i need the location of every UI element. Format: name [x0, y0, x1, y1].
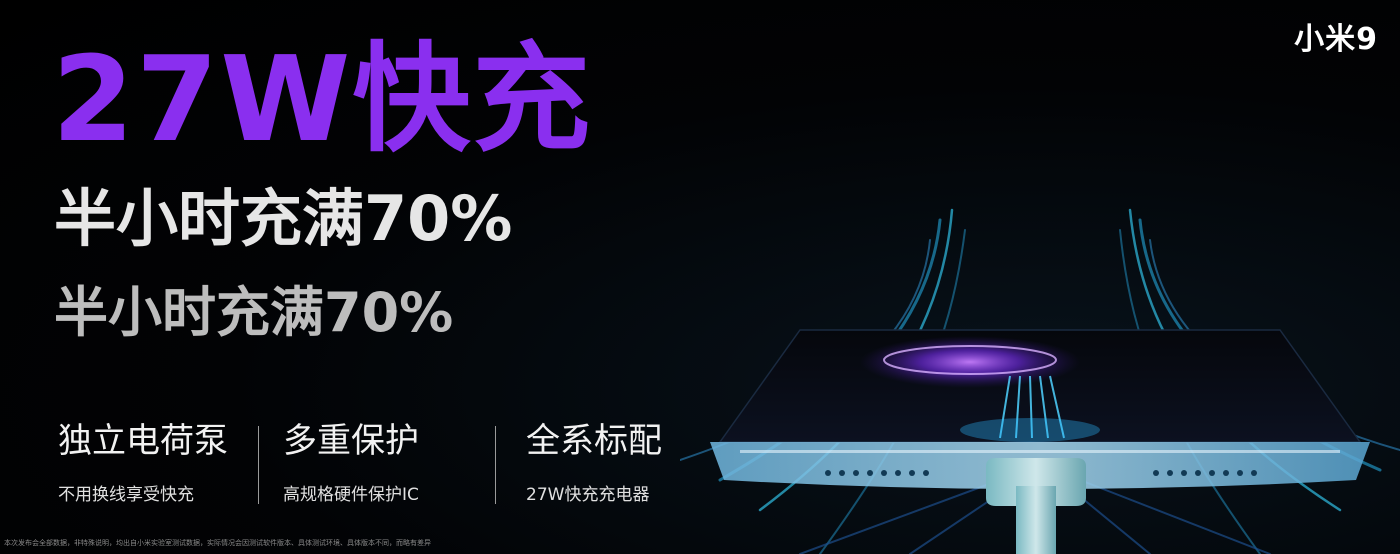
feature-subtitle: 高规格硬件保护IC — [283, 485, 419, 505]
feature-charge-pump: 独立电荷泵 不用换线享受快充 — [52, 424, 258, 508]
feature-list: 独立电荷泵 不用换线享受快充 多重保护 高规格硬件保护IC 全系标配 27W快充… — [52, 424, 706, 508]
feature-title: 全系标配 — [526, 421, 662, 461]
feature-standard: 全系标配 27W快充充电器 — [496, 424, 706, 508]
phone-charging-illustration — [680, 208, 1400, 554]
headline: 27W快充 — [52, 30, 593, 168]
disclaimer: 本次发布会全部数据，非特殊说明，均出自小米实验室测试数据，实际情况会因测试软件版… — [4, 539, 431, 547]
feature-subtitle: 不用换线享受快充 — [58, 485, 194, 505]
subheadline-secondary: 半小时充满70% — [54, 281, 454, 344]
feature-title: 独立电荷泵 — [58, 421, 228, 461]
feature-subtitle: 27W快充充电器 — [526, 485, 650, 505]
subheadline-primary: 半小时充满70% — [54, 182, 513, 255]
slide: 小米9 27W快充 半小时充满70% 半小时充满70% 独立电荷泵 不用换线享受… — [0, 0, 1400, 554]
feature-protection: 多重保护 高规格硬件保护IC — [259, 424, 495, 508]
feature-title: 多重保护 — [283, 421, 419, 461]
brand-logo: 小米9 — [1294, 22, 1378, 57]
